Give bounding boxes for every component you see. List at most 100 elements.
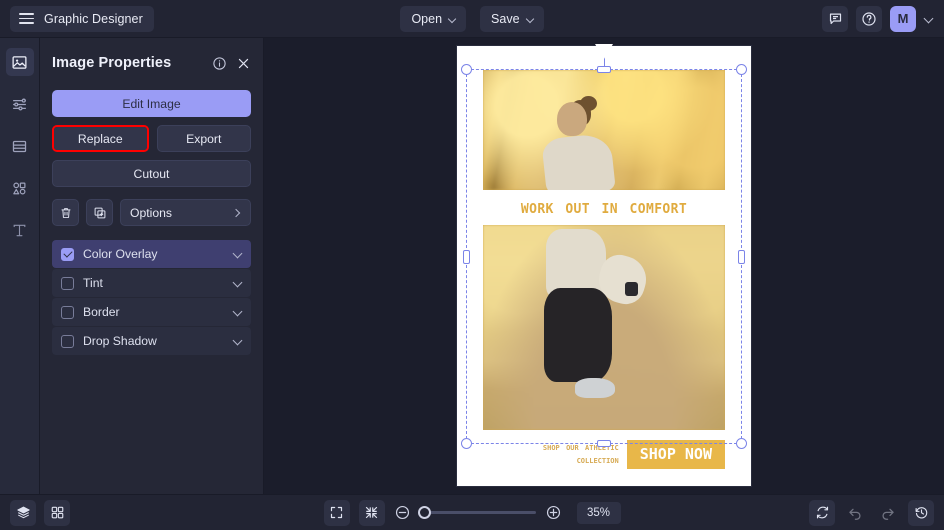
sidebar-item-adjustments[interactable] [6,90,34,118]
canvas-area[interactable]: work out in comfort shop our athletic co… [264,38,944,494]
fit-screen-button[interactable] [323,499,350,526]
effect-label: Drop Shadow [83,334,157,348]
info-icon[interactable] [212,56,227,71]
refresh-icon [816,506,828,519]
redo-button[interactable] [875,500,901,526]
checkbox-icon[interactable] [61,305,74,319]
chevron-right-icon [233,209,241,217]
poster-photo-bottom[interactable] [483,224,725,430]
zoom-slider-handle[interactable] [417,506,431,519]
poster-subtext-line1: shop our athletic [542,440,619,453]
image-properties-panel: Image Properties Edit Image Replace Expo… [40,38,264,494]
open-menu-label: Open [411,11,443,26]
fit-screen-icon [330,506,343,519]
help-icon [862,11,876,26]
bottom-bar: 35% [0,494,944,530]
checkbox-icon[interactable] [61,334,74,348]
chevron-down-icon[interactable] [233,250,242,259]
page-title: Image Properties [52,55,172,71]
poster-subtext[interactable]: shop our athletic collection [483,441,619,467]
grid-button[interactable] [44,499,70,526]
replace-export-row: Replace Export [52,125,251,152]
zoom-in-button[interactable] [545,504,562,521]
chevron-down-icon[interactable] [233,279,242,288]
object-tools-row: Options [52,199,251,226]
effect-label: Tint [83,276,103,290]
photo-figure [541,228,672,426]
help-button[interactable] [856,5,882,32]
avatar[interactable]: M [890,5,916,32]
history-button[interactable] [908,499,934,526]
replace-button[interactable]: Replace [54,127,147,150]
text-icon [13,224,26,236]
chevron-down-icon [449,15,457,23]
layers-button[interactable] [10,499,36,526]
effect-label: Color Overlay [83,247,158,261]
sidebar-item-shapes[interactable] [6,174,34,202]
app-window: Graphic Designer Open Save M Image Prope… [0,0,944,530]
sidebar-item-layout[interactable] [6,132,34,160]
design-stage[interactable]: work out in comfort shop our athletic co… [457,44,751,486]
zoom-out-icon [395,505,409,520]
refresh-button[interactable] [809,499,835,526]
open-menu-button[interactable]: Open [400,5,467,32]
sidebar-item-text[interactable] [6,216,34,244]
options-row[interactable]: Options [120,199,251,226]
top-bar-right: M [822,5,944,32]
cutout-button[interactable]: Cutout [52,160,251,187]
zoom-level-value[interactable]: 35% [576,501,621,524]
poster-photo-top[interactable] [483,70,725,190]
history-icon [915,507,927,519]
effect-label: Border [83,305,120,319]
sidebar-item-image[interactable] [5,48,34,76]
layers-icon [16,506,30,519]
tool-rail [0,38,40,494]
effect-drop-shadow[interactable]: Drop Shadow [52,327,251,355]
close-icon[interactable] [236,56,251,71]
bottom-bar-right [809,499,934,526]
panel-header-actions [212,56,251,71]
trash-icon [61,207,70,218]
bottom-bar-left [10,499,70,526]
poster-design: work out in comfort shop our athletic co… [457,46,751,486]
top-bar-left: Graphic Designer [0,5,154,32]
save-menu-button[interactable]: Save [480,5,544,32]
edit-image-button[interactable]: Edit Image [52,90,251,117]
brand-menu-button[interactable]: Graphic Designer [10,5,154,32]
shapes-icon [13,182,26,194]
duplicate-button[interactable] [86,199,113,226]
collapse-button[interactable] [358,499,385,526]
effects-list: Color Overlay Tint Border Drop Shadow [52,240,251,355]
chevron-down-icon[interactable] [233,337,242,346]
cutout-row: Cutout [52,160,251,187]
zoom-out-button[interactable] [394,504,411,521]
export-button[interactable]: Export [156,125,251,152]
layout-icon [12,140,27,152]
delete-button[interactable] [52,199,79,226]
collapse-icon [365,506,378,519]
poster-footer: shop our athletic collection SHOP NOW [483,430,725,469]
app-body: Image Properties Edit Image Replace Expo… [0,38,944,494]
shop-now-button[interactable]: SHOP NOW [626,439,725,469]
grid-icon [51,506,63,519]
effect-tint[interactable]: Tint [52,269,251,297]
chevron-down-icon[interactable] [233,308,242,317]
zoom-slider[interactable] [417,506,536,519]
undo-button[interactable] [842,500,868,526]
poster-headline[interactable]: work out in comfort [483,190,725,225]
comment-button[interactable] [822,5,848,32]
comment-icon [829,13,841,25]
hamburger-icon [19,13,34,24]
image-icon [12,55,27,69]
zoom-in-icon [546,505,560,520]
duplicate-icon [94,207,105,218]
replace-button-highlight: Replace [52,125,149,152]
effect-color-overlay[interactable]: Color Overlay [52,240,251,268]
photo-figure [541,96,662,190]
options-label: Options [130,205,173,220]
panel-header: Image Properties [52,48,251,78]
avatar-chevron-down-icon[interactable] [924,14,934,24]
effect-border[interactable]: Border [52,298,251,326]
checkbox-icon[interactable] [61,276,74,290]
checkbox-checked-icon[interactable] [61,247,74,261]
